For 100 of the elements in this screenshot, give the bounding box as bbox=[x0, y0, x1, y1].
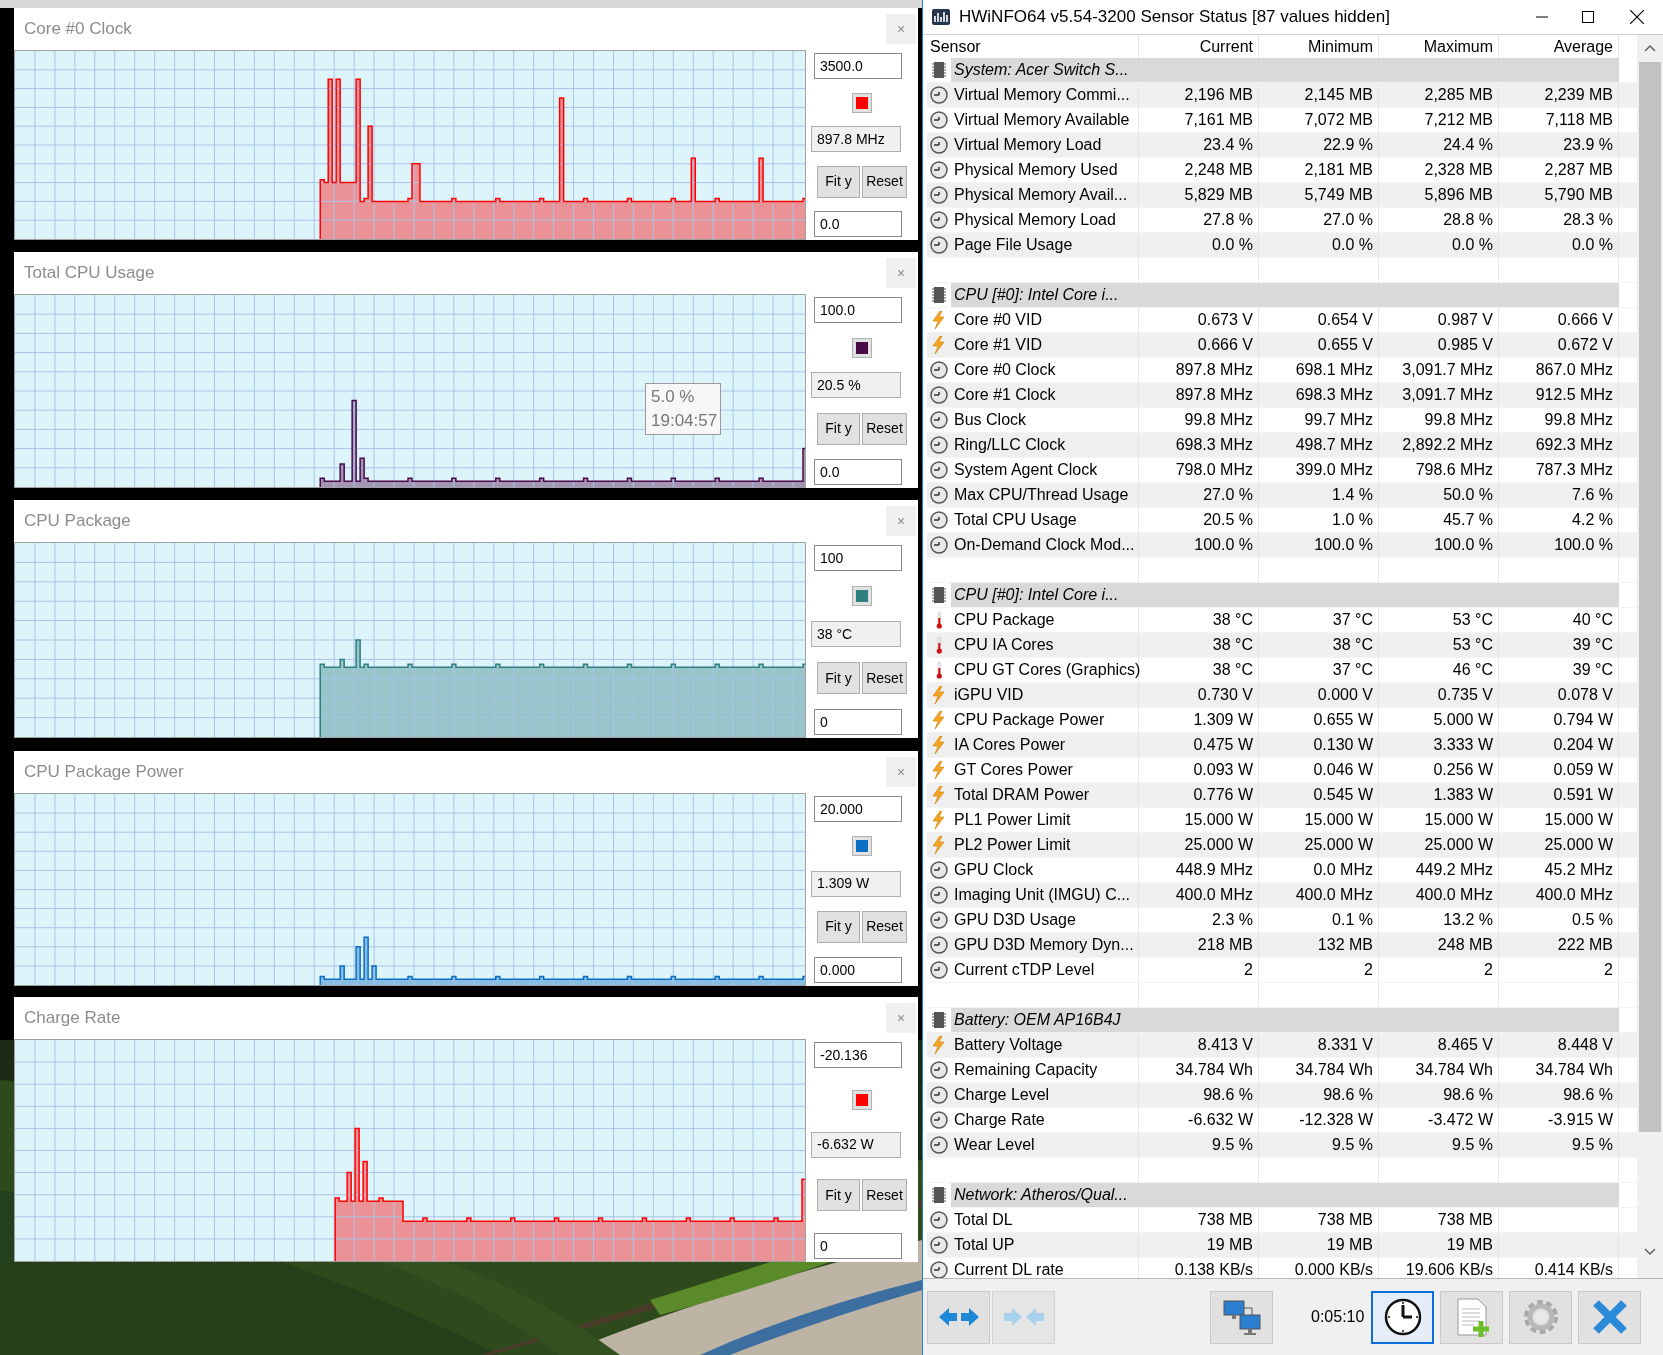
table-row[interactable]: Bus Clock 99.8 MHz 99.7 MHz 99.8 MHz 99.8 MHz bbox=[927, 408, 1637, 433]
table-row[interactable]: CPU Package 38 °C 37 °C 53 °C 40 °C bbox=[927, 608, 1637, 633]
table-cell: -3.472 W bbox=[1379, 1108, 1499, 1132]
min-field[interactable]: 0 bbox=[814, 709, 902, 735]
min-field[interactable]: 0.000 bbox=[814, 957, 902, 983]
sensor-name: Current cTDP Level bbox=[951, 958, 1139, 982]
max-field[interactable]: 20.000 bbox=[814, 796, 902, 822]
table-cell: 0.000 V bbox=[1259, 683, 1379, 707]
max-field[interactable]: -20.136 bbox=[814, 1042, 902, 1068]
scroll-up-icon bbox=[1644, 44, 1656, 52]
table-row[interactable]: Charge Level 98.6 % 98.6 % 98.6 % 98.6 % bbox=[927, 1083, 1637, 1108]
table-row[interactable]: Core #0 VID 0.673 V 0.654 V 0.987 V 0.666 V bbox=[927, 308, 1637, 333]
min-field[interactable]: 0.0 bbox=[814, 459, 902, 485]
table-cell: 2 bbox=[1499, 958, 1619, 982]
table-row[interactable]: GPU D3D Usage 2.3 % 0.1 % 13.2 % 0.5 % bbox=[927, 908, 1637, 933]
table-row[interactable]: Page File Usage 0.0 % 0.0 % 0.0 % 0.0 % bbox=[927, 233, 1637, 258]
table-row[interactable]: CPU GT Cores (Graphics) 38 °C 37 °C 46 °C 39 °C bbox=[927, 658, 1637, 683]
table-cell: 0.591 W bbox=[1499, 783, 1619, 807]
reset-button[interactable]: Reset bbox=[862, 910, 907, 943]
table-cell: 38 °C bbox=[1139, 608, 1259, 632]
gauge-icon bbox=[930, 961, 948, 979]
group-label: Network: Atheros/Qual... bbox=[954, 1185, 1128, 1205]
table-row[interactable]: GPU Clock 448.9 MHz 0.0 MHz 449.2 MHz 45.2 MHz bbox=[927, 858, 1637, 883]
table-row[interactable]: Physical Memory Avail... 5,829 MB 5,749 MB 5,896 MB 5,790 MB bbox=[927, 183, 1637, 208]
table-row[interactable]: Max CPU/Thread Usage 27.0 % 1.4 % 50.0 % 7.6 % bbox=[927, 483, 1637, 508]
table-cell: 9.5 % bbox=[1259, 1133, 1379, 1157]
table-row[interactable]: Physical Memory Used 2,248 MB 2,181 MB 2,328 MB 2,287 MB bbox=[927, 158, 1637, 183]
max-field[interactable]: 100 bbox=[814, 545, 902, 571]
reset-button[interactable]: Reset bbox=[862, 165, 907, 198]
table-cell: 46 °C bbox=[1379, 658, 1499, 682]
table-row[interactable]: Virtual Memory Commi... 2,196 MB 2,145 MB 2,285 MB 2,239 MB bbox=[927, 83, 1637, 108]
reset-button[interactable]: Reset bbox=[862, 662, 907, 694]
table-cell: 0.093 W bbox=[1139, 758, 1259, 782]
scrollbar[interactable] bbox=[1637, 35, 1663, 1278]
table-row[interactable]: CPU Package Power 1.309 W 0.655 W 5.000 W 0.794 W bbox=[927, 708, 1637, 733]
gauge-icon bbox=[930, 936, 948, 954]
max-field[interactable]: 100.0 bbox=[814, 297, 902, 323]
table-row[interactable]: Total DL 738 MB 738 MB 738 MB bbox=[927, 1208, 1637, 1233]
table-cell: 698.3 MHz bbox=[1259, 383, 1379, 407]
table-cell: 23.9 % bbox=[1499, 133, 1619, 157]
table-row[interactable]: IA Cores Power 0.475 W 0.130 W 3.333 W 0.204 W bbox=[927, 733, 1637, 758]
table-row[interactable]: Total CPU Usage 20.5 % 1.0 % 45.7 % 4.2 % bbox=[927, 508, 1637, 533]
table-cell: 2,892.2 MHz bbox=[1379, 433, 1499, 457]
table-row[interactable]: Core #1 VID 0.666 V 0.655 V 0.985 V 0.672 V bbox=[927, 333, 1637, 358]
sensor-name: Core #1 VID bbox=[951, 333, 1139, 357]
fit-y-button[interactable]: Fit y bbox=[817, 910, 860, 943]
table-cell: 132 MB bbox=[1259, 933, 1379, 957]
sensor-name: PL1 Power Limit bbox=[951, 808, 1139, 832]
table-row[interactable]: Core #1 Clock 897.8 MHz 698.3 MHz 3,091.7 MHz 912.5 MHz bbox=[927, 383, 1637, 408]
table-row[interactable]: Ring/LLC Clock 698.3 MHz 498.7 MHz 2,892.2 MHz 692.3 MHz bbox=[927, 433, 1637, 458]
current-value-field: -6.632 W bbox=[811, 1131, 901, 1158]
tooltip-time: 19:04:57 bbox=[651, 410, 719, 432]
fit-y-button[interactable]: Fit y bbox=[817, 1179, 860, 1212]
table-row[interactable]: Battery Voltage 8.413 V 8.331 V 8.465 V 8.448 V bbox=[927, 1033, 1637, 1058]
table-row[interactable]: GT Cores Power 0.093 W 0.046 W 0.256 W 0.059 W bbox=[927, 758, 1637, 783]
table-row[interactable]: Core #0 Clock 897.8 MHz 698.1 MHz 3,091.7 MHz 867.0 MHz bbox=[927, 358, 1637, 383]
table-cell: 0.046 W bbox=[1259, 758, 1379, 782]
table-cell: 34.784 Wh bbox=[1139, 1058, 1259, 1082]
table-row[interactable]: Virtual Memory Available 7,161 MB 7,072 MB 7,212 MB 7,118 MB bbox=[927, 108, 1637, 133]
table-row[interactable]: iGPU VID 0.730 V 0.000 V 0.735 V 0.078 V bbox=[927, 683, 1637, 708]
table-row[interactable]: Current cTDP Level 2 2 2 2 bbox=[927, 958, 1637, 983]
table-row[interactable]: On-Demand Clock Mod... 100.0 % 100.0 % 100.0 % 100.0 % bbox=[927, 533, 1637, 558]
table-cell: 98.6 % bbox=[1259, 1083, 1379, 1107]
reset-button[interactable]: Reset bbox=[862, 1179, 907, 1212]
gauge-icon bbox=[930, 161, 948, 179]
table-row[interactable]: CPU IA Cores 38 °C 38 °C 53 °C 39 °C bbox=[927, 633, 1637, 658]
fit-y-button[interactable]: Fit y bbox=[817, 165, 860, 198]
table-row[interactable]: Total UP 19 MB 19 MB 19 MB bbox=[927, 1233, 1637, 1258]
table-cell: 5,790 MB bbox=[1499, 183, 1619, 207]
gauge-icon bbox=[930, 186, 948, 204]
table-row[interactable]: Wear Level 9.5 % 9.5 % 9.5 % 9.5 % bbox=[927, 1133, 1637, 1158]
table-cell: 4.2 % bbox=[1499, 508, 1619, 532]
table-row[interactable]: PL2 Power Limit 25.000 W 25.000 W 25.000 W 25.000 W bbox=[927, 833, 1637, 858]
table-row[interactable]: System Agent Clock 798.0 MHz 399.0 MHz 798.6 MHz 787.3 MHz bbox=[927, 458, 1637, 483]
table-cell: 2,239 MB bbox=[1499, 83, 1619, 107]
reset-button[interactable]: Reset bbox=[862, 412, 907, 445]
table-row[interactable]: Virtual Memory Load 23.4 % 22.9 % 24.4 % 23.9 % bbox=[927, 133, 1637, 158]
min-field[interactable]: 0.0 bbox=[814, 211, 902, 237]
table-cell: 2,285 MB bbox=[1379, 83, 1499, 107]
table-cell: 0.655 V bbox=[1259, 333, 1379, 357]
toolbar-button[interactable] bbox=[1371, 1290, 1435, 1344]
sensor-name: GPU Clock bbox=[951, 858, 1139, 882]
app-icon bbox=[931, 7, 951, 27]
min-field[interactable]: 0 bbox=[814, 1233, 902, 1259]
sensor-name: Remaining Capacity bbox=[951, 1058, 1139, 1082]
table-cell: 0.0 % bbox=[1499, 233, 1619, 257]
fit-y-button[interactable]: Fit y bbox=[817, 412, 860, 445]
table-row[interactable]: PL1 Power Limit 15.000 W 15.000 W 15.000 W 15.000 W bbox=[927, 808, 1637, 833]
fit-y-button[interactable]: Fit y bbox=[817, 662, 860, 694]
scroll-thumb[interactable] bbox=[1639, 62, 1661, 1132]
table-row[interactable]: Remaining Capacity 34.784 Wh 34.784 Wh 34.784 Wh 34.784 Wh bbox=[927, 1058, 1637, 1083]
table-row[interactable]: Physical Memory Load 27.8 % 27.0 % 28.8 % 28.3 % bbox=[927, 208, 1637, 233]
table-row[interactable]: Charge Rate -6.632 W -12.328 W -3.472 W -3.915 W bbox=[927, 1108, 1637, 1133]
table-cell: 50.0 % bbox=[1379, 483, 1499, 507]
table-cell: 2 bbox=[1259, 958, 1379, 982]
table-row[interactable]: Imaging Unit (IMGU) C... 400.0 MHz 400.0 MHz 400.0 MHz 400.0 MHz bbox=[927, 883, 1637, 908]
table-row[interactable]: Total DRAM Power 0.776 W 0.545 W 1.383 W 0.591 W bbox=[927, 783, 1637, 808]
table-row[interactable]: GPU D3D Memory Dyn... 218 MB 132 MB 248 MB 222 MB bbox=[927, 933, 1637, 958]
max-field[interactable]: 3500.0 bbox=[814, 53, 902, 79]
gauge-icon bbox=[930, 486, 948, 504]
